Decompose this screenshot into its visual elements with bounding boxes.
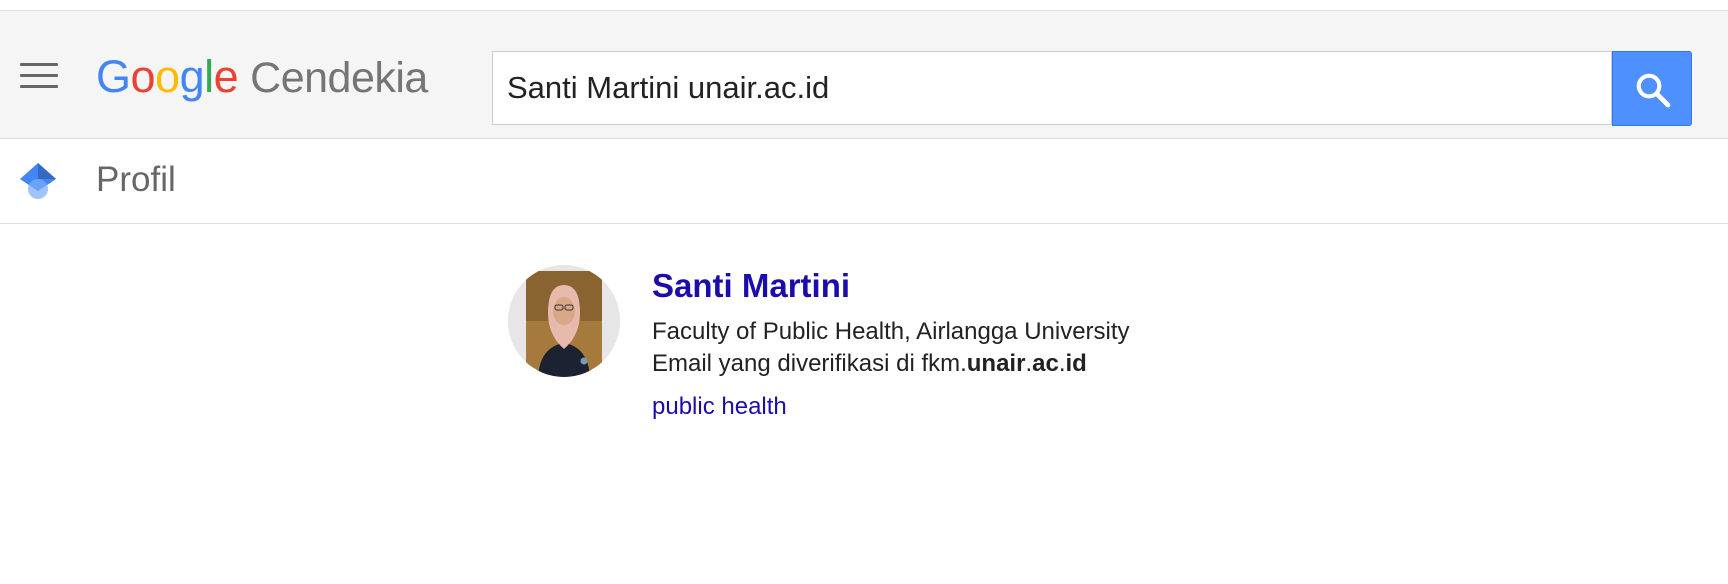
search-box — [492, 51, 1612, 125]
logo-letter: g — [179, 51, 205, 102]
profile-name-link[interactable]: Santi Martini — [652, 267, 850, 305]
logo-letter: e — [213, 51, 239, 102]
profile-avatar[interactable] — [508, 265, 620, 377]
email-domain-part: ac — [1032, 350, 1059, 377]
google-scholar-logo[interactable]: Google Cendekia — [96, 47, 428, 107]
profile-verified-email: Email yang diverifikasi di fkm.unair.ac.… — [652, 350, 1087, 378]
logo-letter: l — [204, 51, 214, 102]
section-title: Profil — [96, 160, 176, 199]
profile-result: Santi Martini Faculty of Public Health, … — [508, 265, 1408, 435]
header-bar: Google Cendekia — [0, 11, 1728, 139]
logo-letter: G — [96, 51, 131, 102]
search-input[interactable] — [507, 52, 1597, 124]
subheader-bar: Profil — [0, 139, 1728, 224]
logo-product-name: Cendekia — [250, 54, 428, 102]
email-prefix: Email yang diverifikasi di fkm. — [652, 350, 967, 377]
email-domain-part: unair — [966, 350, 1026, 377]
profile-photo — [508, 265, 620, 377]
email-domain-part: id — [1065, 350, 1087, 377]
research-interest-link[interactable]: public health — [652, 393, 787, 421]
logo-letter: o — [130, 51, 156, 102]
email-dot: . — [1058, 350, 1066, 377]
profile-affiliation: Faculty of Public Health, Airlangga Univ… — [652, 318, 1130, 345]
logo-letter: o — [155, 51, 180, 102]
hamburger-menu-icon[interactable] — [20, 63, 58, 91]
scholar-cap-icon — [20, 163, 56, 199]
top-border — [0, 0, 1728, 11]
search-icon — [1636, 73, 1671, 108]
search-button[interactable] — [1612, 51, 1692, 126]
